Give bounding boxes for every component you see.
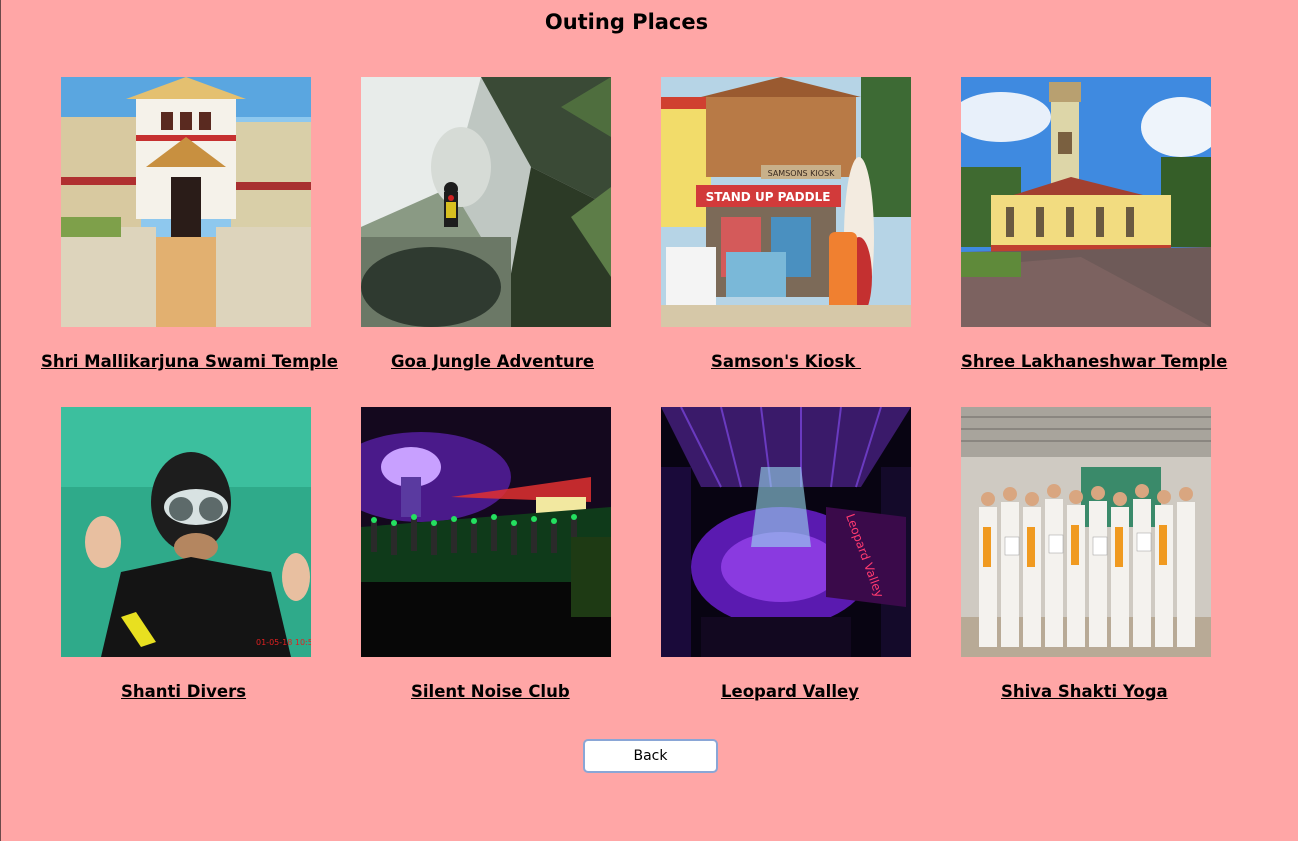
place-link-shanti-divers[interactable]: Shanti Divers <box>121 682 246 701</box>
back-button[interactable]: Back <box>583 739 718 773</box>
page-title: Outing Places <box>544 10 709 34</box>
place-link-shiva-shakti-yoga[interactable]: Shiva Shakti Yoga <box>1001 682 1168 701</box>
samsons-kiosk-photo[interactable]: SAMSONS KIOSK STAND UP PADDLE <box>661 77 911 327</box>
photo-timestamp: 01-05-18 10:52:42 <box>256 638 311 647</box>
kiosk-sign-text: SAMSONS KIOSK <box>768 169 836 178</box>
place-link-leopard-valley[interactable]: Leopard Valley <box>721 682 859 701</box>
lakhaneshwar-temple-photo[interactable] <box>961 77 1211 327</box>
outing-places-window: Outing Places Shri Mallikarjuna Swami Te… <box>0 0 1298 841</box>
place-link-samsons-kiosk[interactable]: Samson's Kiosk <box>711 352 861 371</box>
temple-photo[interactable] <box>61 77 311 327</box>
shanti-divers-photo[interactable]: 01-05-18 10:52:42 <box>61 407 311 657</box>
silent-noise-club-photo[interactable] <box>361 407 611 657</box>
shiva-shakti-yoga-photo[interactable] <box>961 407 1211 657</box>
kiosk-banner-text: STAND UP PADDLE <box>706 190 831 204</box>
place-link-goa-jungle-adventure[interactable]: Goa Jungle Adventure <box>391 352 594 371</box>
window-edge <box>0 0 1 841</box>
jungle-adventure-photo[interactable] <box>361 77 611 327</box>
place-link-silent-noise-club[interactable]: Silent Noise Club <box>411 682 570 701</box>
leopard-valley-photo[interactable]: Leopard Valley <box>661 407 911 657</box>
place-link-lakhaneshwar-temple[interactable]: Shree Lakhaneshwar Temple <box>961 352 1227 371</box>
place-link-mallikarjuna-temple[interactable]: Shri Mallikarjuna Swami Temple <box>41 352 338 371</box>
